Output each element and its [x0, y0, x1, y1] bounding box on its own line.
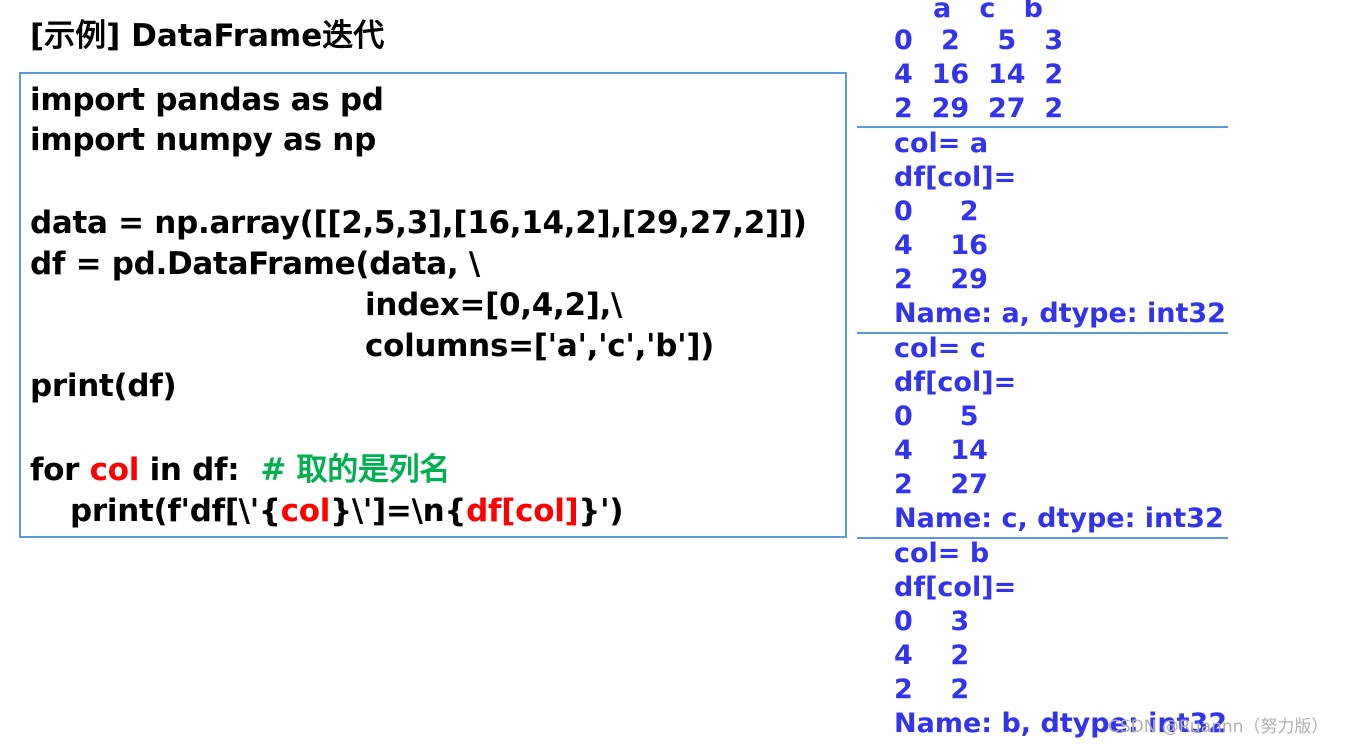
- fstring-part-3: }'): [578, 493, 624, 529]
- df-row: 0 2 5 3: [894, 25, 1064, 56]
- series-row: 0 5: [894, 401, 979, 432]
- df-row: 2 29 27 2: [894, 93, 1064, 124]
- csdn-watermark: CSDN @Ruannn（努力版）: [1108, 717, 1329, 737]
- df-col-line-b: df[col]=: [894, 572, 1017, 603]
- code-line-print-fstring: print(f'df[\'{col}\']=\n{df[col]}'): [70, 491, 624, 531]
- fstring-col: col: [280, 493, 331, 529]
- fstring-part-2: }\']=\n{: [330, 493, 467, 529]
- series-row: 2 29: [894, 264, 988, 295]
- code-line-index: index=[0,4,2],\: [365, 287, 623, 323]
- in-df-text: in df:: [139, 452, 261, 488]
- code-line-for-loop: for col in df: # 取的是列名: [30, 450, 450, 490]
- loop-variable: col: [89, 452, 140, 488]
- col-line-a: col= a: [894, 128, 989, 159]
- code-line-columns: columns=['a','c','b']): [365, 328, 715, 364]
- code-line-print-df: print(df): [30, 368, 177, 404]
- series-row: 4 16: [894, 230, 988, 261]
- code-line-import-pandas: import pandas as pd: [30, 82, 384, 118]
- series-row: 0 2: [894, 196, 979, 227]
- df-header: a c b: [933, 0, 1043, 24]
- df-col-line-c: df[col]=: [894, 367, 1017, 398]
- col-line-b: col= b: [894, 538, 990, 569]
- name-dtype-line-c: Name: c, dtype: int32: [894, 503, 1224, 534]
- series-row: 2 27: [894, 469, 988, 500]
- col-line-c: col= c: [894, 333, 986, 364]
- code-line-data-array: data = np.array([[2,5,3],[16,14,2],[29,2…: [30, 205, 807, 241]
- series-row: 4 14: [894, 435, 988, 466]
- series-row: 0 3: [894, 606, 970, 637]
- for-keyword: for: [30, 452, 90, 488]
- fstring-df-col: df[col]: [466, 493, 579, 529]
- code-comment: # 取的是列名: [260, 452, 450, 488]
- series-row: 4 2: [894, 640, 970, 671]
- series-row: 2 2: [894, 674, 970, 705]
- slide-title: [示例] DataFrame迭代: [30, 18, 385, 54]
- df-row: 4 16 14 2: [894, 59, 1064, 90]
- code-line-dataframe: df = pd.DataFrame(data, \: [30, 246, 480, 282]
- name-dtype-line-a: Name: a, dtype: int32: [894, 298, 1226, 329]
- df-col-line-a: df[col]=: [894, 162, 1017, 193]
- code-line-import-numpy: import numpy as np: [30, 122, 376, 158]
- fstring-part-1: print(f'df[\'{: [70, 493, 281, 529]
